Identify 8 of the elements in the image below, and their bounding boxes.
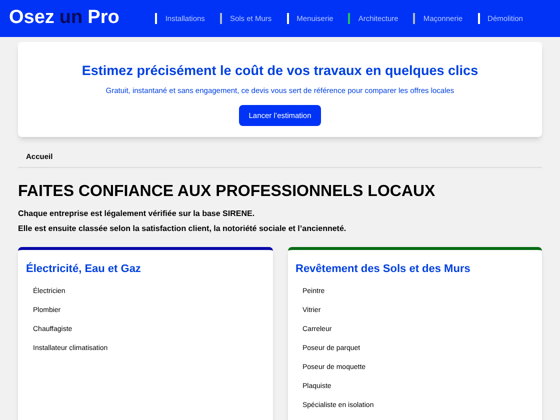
intro-text: Elle est ensuite classée selon la satisfaction client, la notoriété sociale et l’ancienneté. [18, 223, 348, 235]
category-title: Revêtement des Sols et des Murs [296, 262, 472, 277]
section-heading: FAITES CONFIANCE AUX PROFESSIONNELS LOCAUX [18, 182, 436, 202]
intro-text: Chaque entreprise est légalement vérifiée sur la base SIRENE. [18, 208, 256, 220]
banner-title: Estimez précisément le coût de vos travaux en quelques clics [82, 62, 478, 80]
logo-text[interactable]: Pro [88, 4, 120, 33]
logo-text[interactable]: Osez [9, 4, 54, 33]
category-title: Électricité, Eau et Gaz [26, 261, 142, 277]
